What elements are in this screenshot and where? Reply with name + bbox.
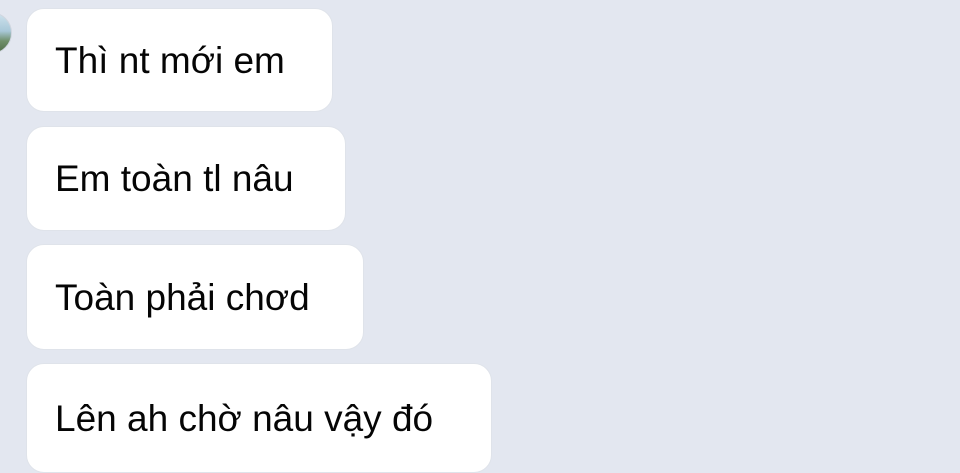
- message-bubble[interactable]: Toàn phải chơd: [26, 244, 364, 350]
- message-bubble[interactable]: Thì nt mới em: [26, 8, 333, 112]
- message-text: Em toàn tl nâu: [55, 158, 294, 199]
- message-text: Thì nt mới em: [55, 39, 285, 81]
- message-bubble[interactable]: Em toàn tl nâu: [26, 126, 346, 231]
- message-text: Lên ah chờ nâu vậy đó: [55, 397, 434, 439]
- message-text: Toàn phải chơd: [55, 276, 310, 318]
- contact-avatar[interactable]: [0, 12, 12, 54]
- chat-thread: Thì nt mới em Em toàn tl nâu Toàn phải c…: [0, 0, 960, 473]
- message-bubble[interactable]: Lên ah chờ nâu vậy đó: [26, 363, 492, 473]
